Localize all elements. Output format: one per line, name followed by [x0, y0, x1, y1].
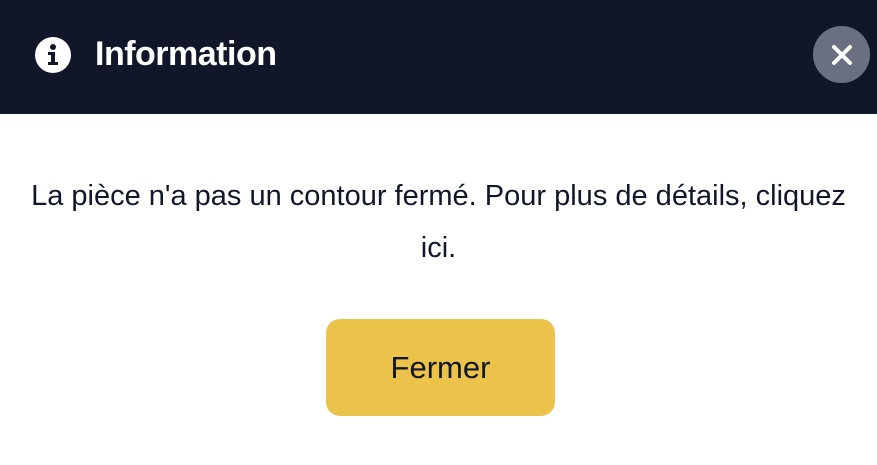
close-dialog-button[interactable]: Fermer	[326, 319, 555, 416]
dialog-header: Information	[0, 0, 877, 114]
close-icon	[830, 43, 854, 67]
information-dialog: Information La pièce n'a pas un contour …	[0, 0, 877, 465]
info-circle-icon	[35, 37, 71, 73]
dialog-title: Information	[95, 35, 277, 73]
dialog-message: La pièce n'a pas un contour fermé. Pour …	[31, 180, 846, 264]
close-button[interactable]	[813, 26, 870, 83]
